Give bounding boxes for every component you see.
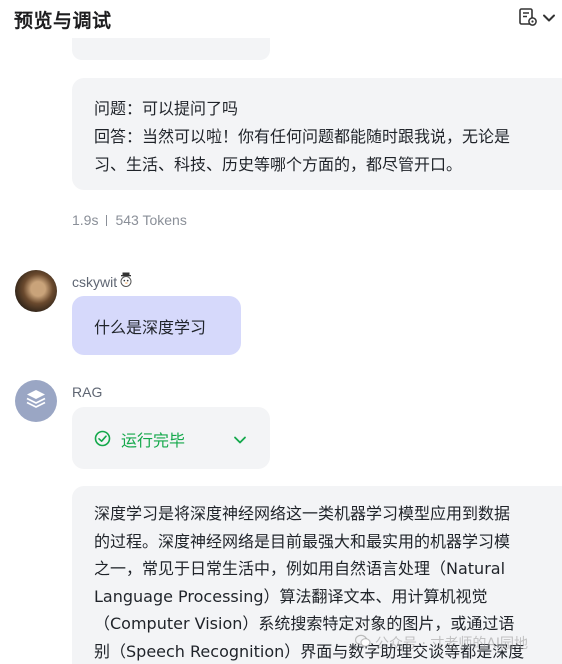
previous-answer-card: 问题：可以提问了吗 回答：当然可以啦！你有任何问题都能随时跟我说，无论是 习、生… bbox=[72, 78, 562, 190]
user-message-bubble: 什么是深度学习 bbox=[72, 296, 241, 355]
token-count: 543 Tokens bbox=[115, 212, 187, 228]
meta-divider bbox=[106, 214, 108, 226]
user-name-row: cskywit bbox=[72, 272, 133, 291]
run-status-toggle[interactable]: 运行完毕 bbox=[72, 407, 270, 469]
chevron-down-icon bbox=[233, 432, 247, 451]
latency-value: 1.9s bbox=[72, 212, 99, 228]
header-bar: 预览与调试 bbox=[0, 0, 562, 38]
page-title: 预览与调试 bbox=[14, 10, 112, 32]
answer-line: Language Processing）算法翻译文本、用计算机视觉 bbox=[94, 586, 488, 606]
answer-line: 之一，常见于日常生活中，例如用自然语言处理（Natural bbox=[94, 559, 506, 578]
user-name: cskywit bbox=[72, 273, 118, 290]
watermark: 公众号 · 寸老师的AI园地 bbox=[354, 633, 529, 653]
chat-area[interactable]: 问题：可以提问了吗 回答：当然可以啦！你有任何问题都能随时跟我说，无论是 习、生… bbox=[0, 38, 562, 664]
answer-line: 习、生活、科技、历史等哪个方面的，都尽管开口。 bbox=[94, 155, 463, 174]
user-avatar bbox=[15, 270, 57, 312]
header-options-button[interactable] bbox=[518, 8, 560, 30]
run-status-label: 运行完毕 bbox=[121, 431, 186, 450]
snowman-icon bbox=[119, 272, 133, 291]
user-message-text: 什么是深度学习 bbox=[94, 317, 207, 337]
answer-line: 的过程。深度神经网络是目前最强大和最实用的机器学习模 bbox=[94, 531, 511, 551]
bot-avatar bbox=[15, 380, 57, 422]
answer-line: 回答：当然可以啦！你有任何问题都能随时跟我说，无论是 bbox=[94, 127, 511, 146]
chevron-down-icon bbox=[542, 10, 556, 29]
watermark-text: 公众号 · 寸老师的AI园地 bbox=[375, 636, 529, 652]
previous-message-bubble bbox=[72, 38, 270, 60]
layers-icon bbox=[24, 387, 48, 415]
response-meta: 1.9s 543 Tokens bbox=[72, 212, 187, 228]
previous-answer-text: 问题：可以提问了吗 回答：当然可以啦！你有任何问题都能随时跟我说，无论是 习、生… bbox=[94, 95, 562, 179]
document-settings-icon bbox=[518, 7, 538, 31]
wechat-icon bbox=[354, 634, 371, 652]
check-circle-icon bbox=[94, 430, 111, 451]
answer-line: 深度学习是将深度神经网络这一类机器学习模型应用到数据 bbox=[94, 504, 511, 523]
bot-name: RAG bbox=[72, 384, 103, 400]
answer-line: 问题：可以提问了吗 bbox=[94, 99, 239, 118]
